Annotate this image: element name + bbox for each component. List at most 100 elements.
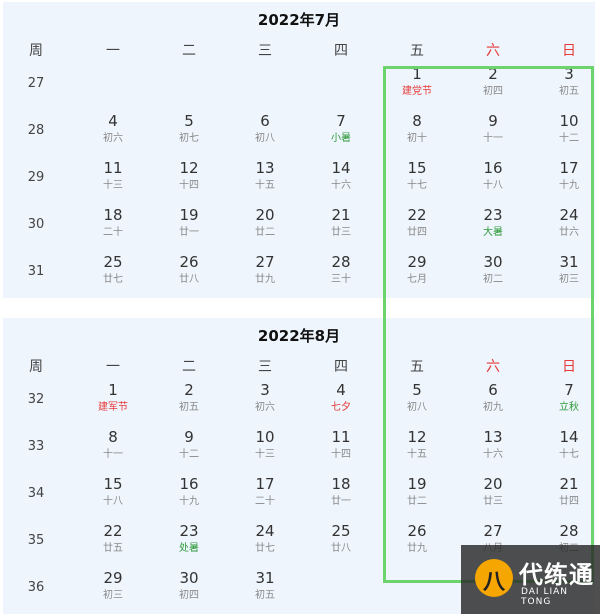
day-cell[interactable]: 20 廿二 bbox=[235, 207, 295, 240]
day-cell[interactable]: 16 十九 bbox=[159, 476, 219, 509]
day-cell[interactable]: 12 十四 bbox=[159, 160, 219, 193]
lunar-date: 初五 bbox=[179, 402, 199, 413]
weekday-header-cell: 三 bbox=[258, 43, 272, 59]
day-cell[interactable]: 26 廿九 bbox=[387, 523, 447, 556]
lunar-date: 初八 bbox=[407, 402, 427, 413]
day-cell[interactable]: 18 廿一 bbox=[311, 476, 371, 509]
lunar-date: 廿五 bbox=[103, 543, 123, 554]
day-cell[interactable]: 3 初六 bbox=[235, 382, 295, 415]
day-cell[interactable]: 13 十六 bbox=[463, 429, 523, 462]
day-cell[interactable]: 17 十九 bbox=[539, 160, 599, 193]
day-cell[interactable]: 6 初八 bbox=[235, 113, 295, 146]
lunar-date: 十一 bbox=[483, 133, 503, 144]
lunar-date: 十八 bbox=[483, 180, 503, 191]
day-cell[interactable]: 11 十四 bbox=[311, 429, 371, 462]
lunar-date: 初三 bbox=[559, 274, 579, 285]
week-number: 33 bbox=[27, 439, 45, 454]
day-cell[interactable]: 27 廿九 bbox=[235, 254, 295, 287]
day-cell[interactable]: 30 初二 bbox=[463, 254, 523, 287]
day-cell[interactable]: 29 七月 bbox=[387, 254, 447, 287]
day-cell[interactable]: 20 廿三 bbox=[463, 476, 523, 509]
day-number: 8 bbox=[108, 428, 118, 446]
lunar-date: 廿四 bbox=[407, 227, 427, 238]
day-cell[interactable]: 24 廿六 bbox=[539, 207, 599, 240]
day-cell[interactable]: 11 十三 bbox=[83, 160, 143, 193]
day-cell[interactable]: 21 廿三 bbox=[311, 207, 371, 240]
day-number: 22 bbox=[103, 522, 123, 540]
day-cell[interactable]: 16 十八 bbox=[463, 160, 523, 193]
day-cell[interactable]: 25 廿八 bbox=[311, 523, 371, 556]
day-cell[interactable]: 22 廿四 bbox=[387, 207, 447, 240]
day-number: 11 bbox=[103, 159, 123, 177]
day-cell[interactable]: 1 建军节 bbox=[83, 382, 143, 415]
day-cell[interactable]: 2 初四 bbox=[463, 66, 523, 99]
day-cell[interactable]: 8 初十 bbox=[387, 113, 447, 146]
weekday-header-cell: 五 bbox=[410, 359, 424, 375]
day-cell[interactable]: 31 初五 bbox=[235, 570, 295, 603]
day-cell[interactable]: 26 廿八 bbox=[159, 254, 219, 287]
weekday-header-cell: 一 bbox=[106, 359, 120, 375]
festival-label: 七夕 bbox=[331, 402, 351, 413]
day-cell[interactable]: 25 廿七 bbox=[83, 254, 143, 287]
day-cell[interactable]: 24 廿七 bbox=[235, 523, 295, 556]
day-cell[interactable]: 5 初八 bbox=[387, 382, 447, 415]
day-cell[interactable]: 6 初九 bbox=[463, 382, 523, 415]
day-cell[interactable]: 17 二十 bbox=[235, 476, 295, 509]
week-number: 29 bbox=[27, 170, 45, 185]
day-cell[interactable]: 7 小暑 bbox=[311, 113, 371, 146]
day-number: 1 bbox=[108, 381, 118, 399]
day-cell[interactable]: 23 处暑 bbox=[159, 523, 219, 556]
day-cell[interactable]: 4 初六 bbox=[83, 113, 143, 146]
day-cell[interactable]: 23 大暑 bbox=[463, 207, 523, 240]
day-cell[interactable]: 22 廿五 bbox=[83, 523, 143, 556]
day-cell[interactable]: 19 廿二 bbox=[387, 476, 447, 509]
day-number: 18 bbox=[331, 475, 351, 493]
lunar-date: 初六 bbox=[255, 402, 275, 413]
week-row: 29 11 十三 12 十四 13 十五 14 十六 15 十七 16 十八 17 十九 bbox=[3, 158, 595, 205]
festival-label: 处暑 bbox=[179, 543, 199, 554]
day-cell[interactable]: 8 十一 bbox=[83, 429, 143, 462]
day-number: 15 bbox=[103, 475, 123, 493]
day-cell[interactable]: 14 十七 bbox=[539, 429, 599, 462]
day-cell[interactable]: 29 初三 bbox=[83, 570, 143, 603]
day-cell[interactable]: 10 十三 bbox=[235, 429, 295, 462]
week-number: 30 bbox=[27, 217, 45, 232]
day-cell[interactable]: 19 廿一 bbox=[159, 207, 219, 240]
day-cell[interactable]: 28 三十 bbox=[311, 254, 371, 287]
day-cell[interactable]: 30 初四 bbox=[159, 570, 219, 603]
watermark-text-cn: 代练通 bbox=[519, 561, 594, 589]
lunar-date: 七月 bbox=[407, 274, 427, 285]
lunar-date: 初八 bbox=[255, 133, 275, 144]
day-cell[interactable]: 1 建党节 bbox=[387, 66, 447, 99]
day-cell[interactable]: 4 七夕 bbox=[311, 382, 371, 415]
day-number: 14 bbox=[559, 428, 579, 446]
day-cell[interactable]: 3 初五 bbox=[539, 66, 599, 99]
day-cell[interactable]: 18 二十 bbox=[83, 207, 143, 240]
day-number: 18 bbox=[103, 206, 123, 224]
day-cell[interactable]: 31 初三 bbox=[539, 254, 599, 287]
day-number: 23 bbox=[179, 522, 199, 540]
festival-label: 小暑 bbox=[331, 133, 351, 144]
day-cell[interactable]: 12 十五 bbox=[387, 429, 447, 462]
day-cell[interactable]: 15 十七 bbox=[387, 160, 447, 193]
day-number: 7 bbox=[564, 381, 574, 399]
day-cell[interactable]: 13 十五 bbox=[235, 160, 295, 193]
day-number: 27 bbox=[483, 522, 503, 540]
weekday-header-cell: 六 bbox=[486, 43, 500, 59]
day-cell[interactable]: 9 十二 bbox=[159, 429, 219, 462]
day-cell[interactable]: 9 十一 bbox=[463, 113, 523, 146]
lunar-date: 十三 bbox=[103, 180, 123, 191]
day-cell[interactable]: 5 初七 bbox=[159, 113, 219, 146]
day-cell[interactable]: 10 十二 bbox=[539, 113, 599, 146]
day-number: 1 bbox=[412, 65, 422, 83]
day-cell[interactable]: 14 十六 bbox=[311, 160, 371, 193]
day-cell[interactable]: 21 廿四 bbox=[539, 476, 599, 509]
calendar-july: 2022年7月 周 一 二 三 四 五 六 日 27 1 建党节 2 初四 3 初五 28 4 初六 5 初七 6 初八… bbox=[3, 2, 595, 298]
day-cell[interactable]: 7 立秋 bbox=[539, 382, 599, 415]
day-cell[interactable]: 15 十八 bbox=[83, 476, 143, 509]
week-number: 28 bbox=[27, 123, 45, 138]
week-row: 31 25 廿七 26 廿八 27 廿九 28 三十 29 七月 30 初二 31 初三 bbox=[3, 252, 595, 299]
day-cell[interactable]: 2 初五 bbox=[159, 382, 219, 415]
day-number: 28 bbox=[331, 253, 351, 271]
festival-label: 大暑 bbox=[483, 227, 503, 238]
